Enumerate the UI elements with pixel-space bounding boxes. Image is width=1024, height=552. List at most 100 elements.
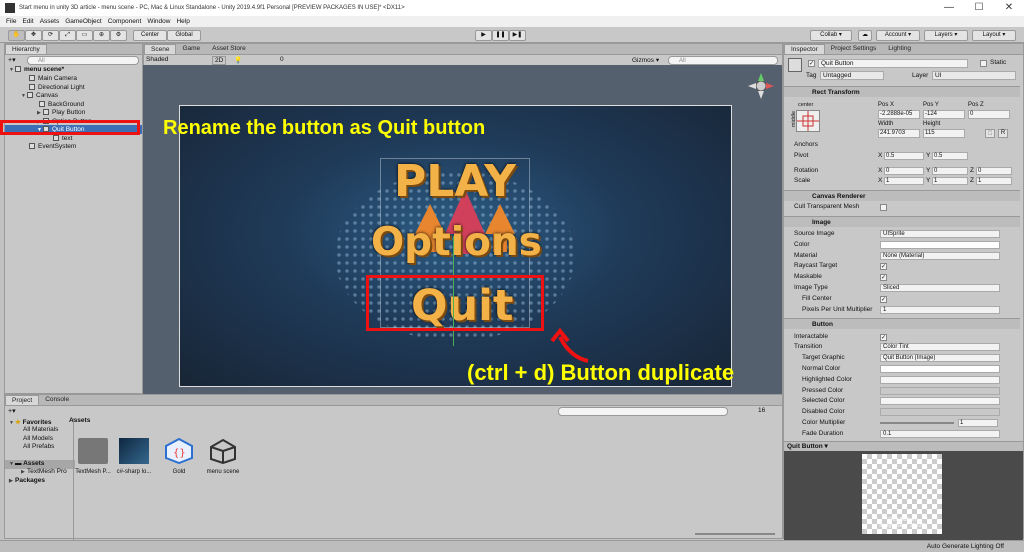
color-swatch[interactable] [880, 241, 1000, 249]
fav-all-models[interactable]: All Models [23, 435, 53, 442]
width-field[interactable]: 241.9703 [878, 129, 920, 138]
fav-all-prefabs[interactable]: All Prefabs [23, 443, 54, 450]
icon-size-slider[interactable] [695, 533, 775, 535]
hierarchy-item-directional-light[interactable]: Directional Light [29, 83, 85, 91]
pivot-x-field[interactable]: 0.5 [884, 152, 924, 160]
active-checkbox[interactable]: ✓ [808, 60, 815, 67]
project-create-button[interactable]: +▾ [8, 407, 16, 415]
transform-tool-button[interactable]: ⊕ [93, 30, 110, 41]
ppu-field[interactable]: 1 [880, 306, 1000, 314]
blueprint-mode-button[interactable]: ⬚ [985, 129, 995, 138]
asset-gold-material[interactable]: {} Gold [159, 437, 199, 475]
tab-project[interactable]: Project [5, 395, 40, 405]
scene-viewport[interactable]: PLAY Options Quit Rename the button as Q… [143, 65, 782, 394]
custom-tool-button[interactable]: ⚙ [110, 30, 127, 41]
highlighted-color-swatch[interactable] [880, 376, 1000, 384]
asset-image[interactable]: c#-sharp lo... [114, 438, 154, 475]
rect-tool-button[interactable]: ▭ [76, 30, 93, 41]
pivot-center-button[interactable]: Center [133, 30, 167, 41]
hierarchy-scene-root[interactable]: ▼ menu scene* [9, 66, 64, 73]
preview-header[interactable]: Quit Button ▾ [784, 441, 1023, 451]
asset-textmesh-folder[interactable]: TextMesh P... [73, 438, 113, 475]
maximize-button[interactable]: ☐ [964, 0, 994, 16]
2d-toggle[interactable]: 2D [212, 56, 227, 65]
fav-all-materials[interactable]: All Materials [23, 426, 58, 433]
hierarchy-item-background[interactable]: BackGround [39, 100, 84, 108]
packages-folder[interactable]: ▶ Packages [9, 477, 45, 484]
anchors-foldout[interactable]: Anchors [794, 140, 818, 150]
color-multiplier-field[interactable]: 1 [958, 419, 998, 427]
play-button[interactable]: ▶ [475, 30, 492, 41]
scale-x-field[interactable]: 1 [884, 177, 924, 185]
pivot-y-field[interactable]: 0.5 [932, 152, 968, 160]
hierarchy-item-main-camera[interactable]: Main Camera [29, 75, 77, 82]
disabled-color-swatch[interactable] [880, 408, 1000, 416]
hierarchy-search-input[interactable]: All [27, 56, 139, 65]
hidden-layers-count[interactable]: 0 [280, 56, 284, 63]
gizmos-dropdown[interactable]: Gizmos ▾ [632, 56, 659, 64]
layers-button[interactable]: Layers ▾ [924, 30, 968, 41]
tab-console[interactable]: Console [39, 395, 75, 405]
tab-lighting[interactable]: Lighting [882, 44, 917, 54]
cull-mesh-checkbox[interactable] [880, 204, 887, 211]
menu-edit[interactable]: Edit [22, 18, 33, 25]
rot-y-field[interactable]: 0 [932, 167, 968, 175]
hidden-count[interactable]: 16 [758, 407, 765, 414]
lighting-toggle-icon[interactable]: 💡 [234, 56, 242, 64]
layer-dropdown[interactable]: UI [932, 71, 1016, 80]
scale-tool-button[interactable]: ⤢ [59, 30, 76, 41]
image-type-dropdown[interactable]: Sliced [880, 284, 1000, 292]
textmesh-pro-folder[interactable]: ▶ TextMesh Pro [21, 468, 67, 475]
step-button[interactable]: ▶❚ [509, 30, 526, 41]
fill-center-checkbox[interactable]: ✓ [880, 296, 887, 303]
assets-breadcrumb[interactable]: Assets [69, 417, 90, 424]
source-image-field[interactable]: UISprite [880, 230, 1000, 238]
cloud-icon[interactable]: ☁ [858, 30, 872, 41]
rect-transform-header[interactable]: Rect Transform [784, 86, 1020, 97]
move-tool-button[interactable]: ✥ [25, 30, 42, 41]
scene-gizmo-icon[interactable] [746, 71, 776, 101]
menu-file[interactable]: File [6, 18, 16, 25]
rotate-tool-button[interactable]: ⟳ [42, 30, 59, 41]
shading-dropdown[interactable]: Shaded [146, 56, 168, 63]
hierarchy-item-play-button[interactable]: ▶ Play Button [37, 109, 85, 116]
pos-z-field[interactable]: 0 [968, 110, 1010, 119]
tab-game[interactable]: Game [176, 44, 206, 54]
close-button[interactable]: ✕ [994, 0, 1024, 16]
hierarchy-item-text[interactable]: text [53, 134, 72, 142]
interactable-checkbox[interactable]: ✓ [880, 334, 887, 341]
fade-duration-field[interactable]: 0.1 [880, 430, 1000, 438]
transition-dropdown[interactable]: Color Tint [880, 343, 1000, 351]
normal-color-swatch[interactable] [880, 365, 1000, 373]
layout-button[interactable]: Layout ▾ [972, 30, 1016, 41]
project-search-input[interactable] [558, 407, 728, 416]
button-header[interactable]: Button [784, 318, 1020, 329]
rot-z-field[interactable]: 0 [976, 167, 1012, 175]
tab-project-settings[interactable]: Project Settings [825, 44, 883, 54]
create-button[interactable]: +▾ [8, 56, 16, 64]
material-field[interactable]: None (Material) [880, 252, 1000, 260]
menu-help[interactable]: Help [176, 18, 189, 25]
maskable-checkbox[interactable]: ✓ [880, 274, 887, 281]
menu-gameobject[interactable]: GameObject [65, 18, 102, 25]
account-button[interactable]: Account ▾ [876, 30, 920, 41]
tab-scene[interactable]: Scene [144, 44, 177, 54]
scale-y-field[interactable]: 1 [932, 177, 968, 185]
hierarchy-item-eventsystem[interactable]: EventSystem [29, 143, 76, 150]
menu-window[interactable]: Window [147, 18, 170, 25]
raycast-checkbox[interactable]: ✓ [880, 263, 887, 270]
favorites-folder[interactable]: ▼★ Favorites [9, 418, 52, 426]
raw-edit-button[interactable]: R [998, 129, 1008, 138]
tab-inspector[interactable]: Inspector [784, 44, 825, 54]
scale-z-field[interactable]: 1 [976, 177, 1012, 185]
color-multiplier-slider[interactable] [880, 422, 954, 424]
pos-y-field[interactable]: -124 [923, 110, 965, 119]
tag-dropdown[interactable]: Untagged [820, 71, 884, 80]
hand-tool-button[interactable]: ✋ [8, 30, 25, 41]
target-graphic-field[interactable]: Quit Button (Image) [880, 354, 1000, 362]
object-name-field[interactable]: Quit Button [818, 59, 968, 68]
pressed-color-swatch[interactable] [880, 387, 1000, 395]
height-field[interactable]: 115 [923, 129, 965, 138]
hierarchy-item-canvas[interactable]: ▼ Canvas [21, 92, 58, 99]
canvas-renderer-header[interactable]: Canvas Renderer [784, 190, 1020, 201]
